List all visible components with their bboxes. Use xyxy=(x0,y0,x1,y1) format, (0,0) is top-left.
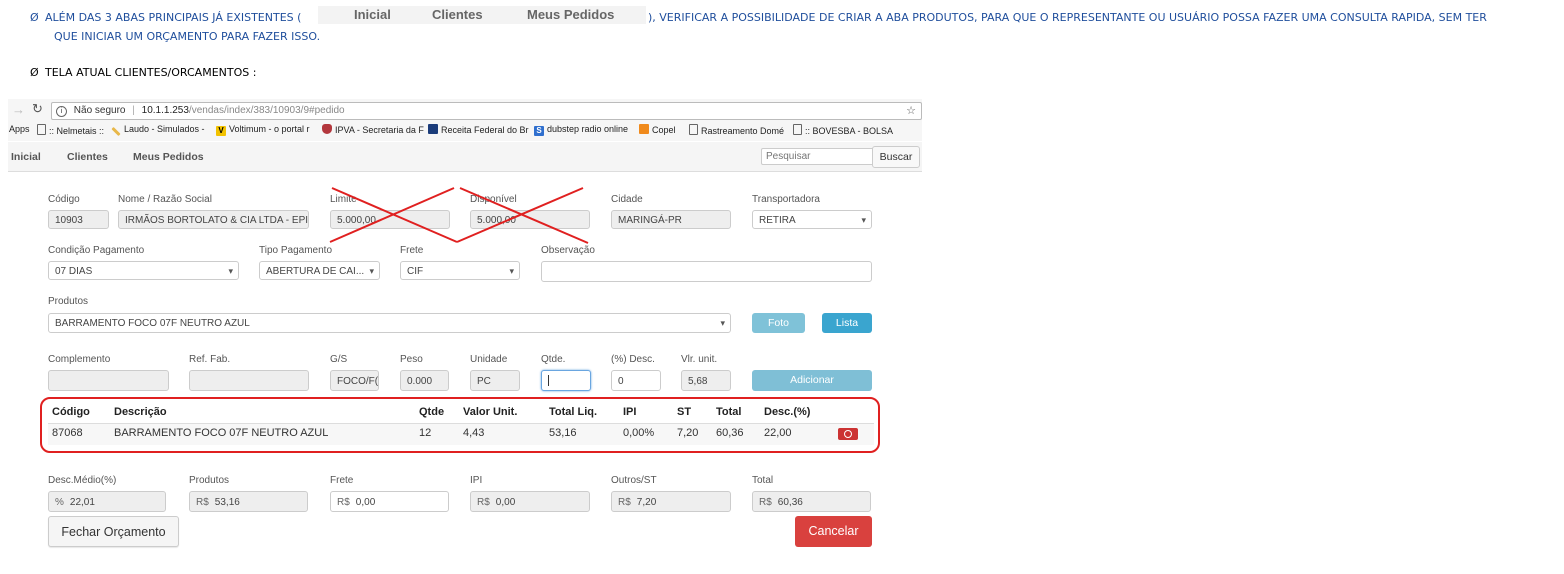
qtde-label: Qtde. xyxy=(541,354,566,365)
frete-label: Frete xyxy=(400,245,424,256)
lista-button[interactable]: Lista xyxy=(822,313,872,333)
cell-total-liq: 53,16 xyxy=(549,427,577,439)
frete-total-label: Frete xyxy=(330,475,354,486)
fechar-orcamento-button[interactable]: Fechar Orçamento xyxy=(48,516,179,547)
produtos-label: Produtos xyxy=(48,296,89,307)
cross-line-4 xyxy=(456,187,584,243)
outros-st-label: Outros/ST xyxy=(611,475,657,486)
produtos-select[interactable]: BARRAMENTO FOCO 07F NEUTRO AZUL xyxy=(48,313,731,333)
remove-item-button[interactable] xyxy=(838,428,858,440)
cell-qtde: 12 xyxy=(419,427,432,439)
col-header-valor-unit: Valor Unit. xyxy=(463,406,518,418)
observacao-field[interactable] xyxy=(541,261,872,282)
observacao-label: Observação xyxy=(541,245,595,256)
cell-desc: 22,00 xyxy=(764,427,792,439)
ipi-total-field: R$ 0,00 xyxy=(470,491,590,512)
col-header-total-liq: Total Liq. xyxy=(549,406,598,418)
vlr-unit-label: Vlr. unit. xyxy=(681,354,718,365)
gs-label: G/S xyxy=(330,354,348,365)
complemento-field xyxy=(48,370,169,391)
cancelar-button[interactable]: Cancelar xyxy=(795,516,872,547)
col-header-codigo: Código xyxy=(52,406,90,418)
desc-medio-field: % 22,01 xyxy=(48,491,166,512)
foto-button[interactable]: Foto xyxy=(752,313,805,333)
col-header-qtde: Qtde xyxy=(419,406,445,418)
text-cursor xyxy=(548,375,549,386)
peso-field: 0.000 xyxy=(400,370,449,391)
frete-select[interactable]: CIF xyxy=(400,261,520,280)
outros-st-field: R$ 7,20 xyxy=(611,491,731,512)
cell-valor-unit: 4,43 xyxy=(463,427,485,439)
complemento-label: Complemento xyxy=(48,354,111,365)
qtde-input[interactable] xyxy=(541,370,591,391)
ref-fab-label: Ref. Fab. xyxy=(189,354,231,365)
unidade-field: PC xyxy=(470,370,520,391)
col-header-ipi: IPI xyxy=(623,406,637,418)
desc-medio-label: Desc.Médio(%) xyxy=(48,475,117,486)
ref-fab-field xyxy=(189,370,309,391)
remove-icon xyxy=(844,430,852,438)
cell-descricao: BARRAMENTO FOCO 07F NEUTRO AZUL xyxy=(114,427,329,439)
produtos-total-field: R$ 53,16 xyxy=(189,491,308,512)
gs-field: FOCO/F( xyxy=(330,370,379,391)
tipo-select[interactable]: ABERTURA DE CAI... xyxy=(259,261,380,280)
cell-ipi: 0,00% xyxy=(623,427,655,439)
col-header-total: Total xyxy=(716,406,742,418)
desc-input[interactable]: 0 xyxy=(611,370,661,391)
cell-total: 60,36 xyxy=(716,427,744,439)
frete-total-input[interactable]: R$ 0,00 xyxy=(330,491,449,512)
cell-codigo: 87068 xyxy=(52,427,83,439)
tipo-label: Tipo Pagamento xyxy=(259,245,333,256)
peso-label: Peso xyxy=(400,354,423,365)
grand-total-label: Total xyxy=(752,475,774,486)
condicao-select[interactable]: 07 DIAS xyxy=(48,261,239,280)
ipi-total-label: IPI xyxy=(470,475,483,486)
col-header-descricao: Descrição xyxy=(114,406,167,418)
unidade-label: Unidade xyxy=(470,354,508,365)
condicao-label: Condição Pagamento xyxy=(48,245,145,256)
col-header-desc: Desc.(%) xyxy=(764,406,811,418)
cross-line-3 xyxy=(459,187,589,244)
vlr-unit-field: 5,68 xyxy=(681,370,731,391)
col-header-st: ST xyxy=(677,406,692,418)
desc-label: (%) Desc. xyxy=(611,354,655,365)
annotation-crosses xyxy=(40,187,880,453)
adicionar-button[interactable]: Adicionar xyxy=(752,370,872,391)
cell-st: 7,20 xyxy=(677,427,699,439)
produtos-total-label: Produtos xyxy=(189,475,230,486)
grand-total-field: R$ 60,36 xyxy=(752,491,871,512)
